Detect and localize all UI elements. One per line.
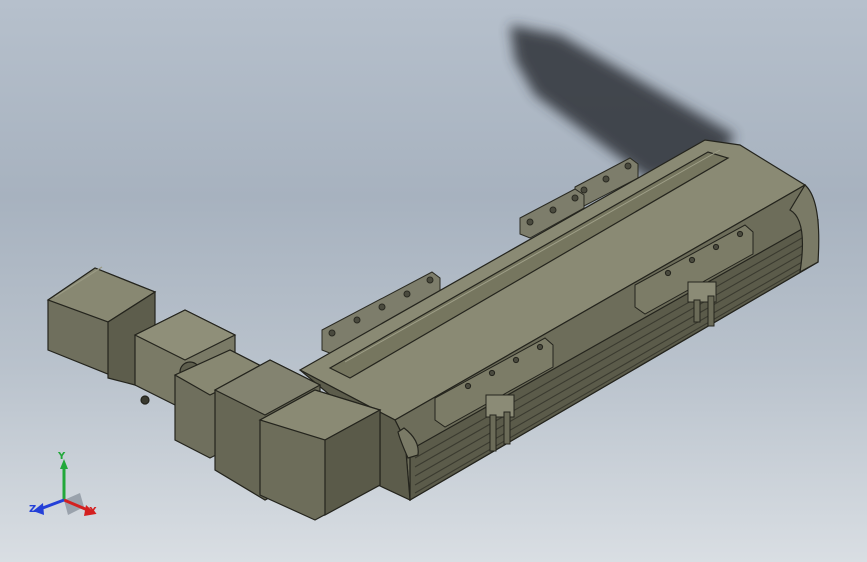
z-axis-line (39, 498, 65, 511)
x-axis-label: X (89, 506, 97, 517)
graphics-viewport[interactable]: Y X Z (0, 0, 867, 562)
y-axis-label: Y (58, 451, 66, 462)
z-axis-label: Z (29, 504, 37, 515)
3d-model-view[interactable] (0, 0, 867, 562)
